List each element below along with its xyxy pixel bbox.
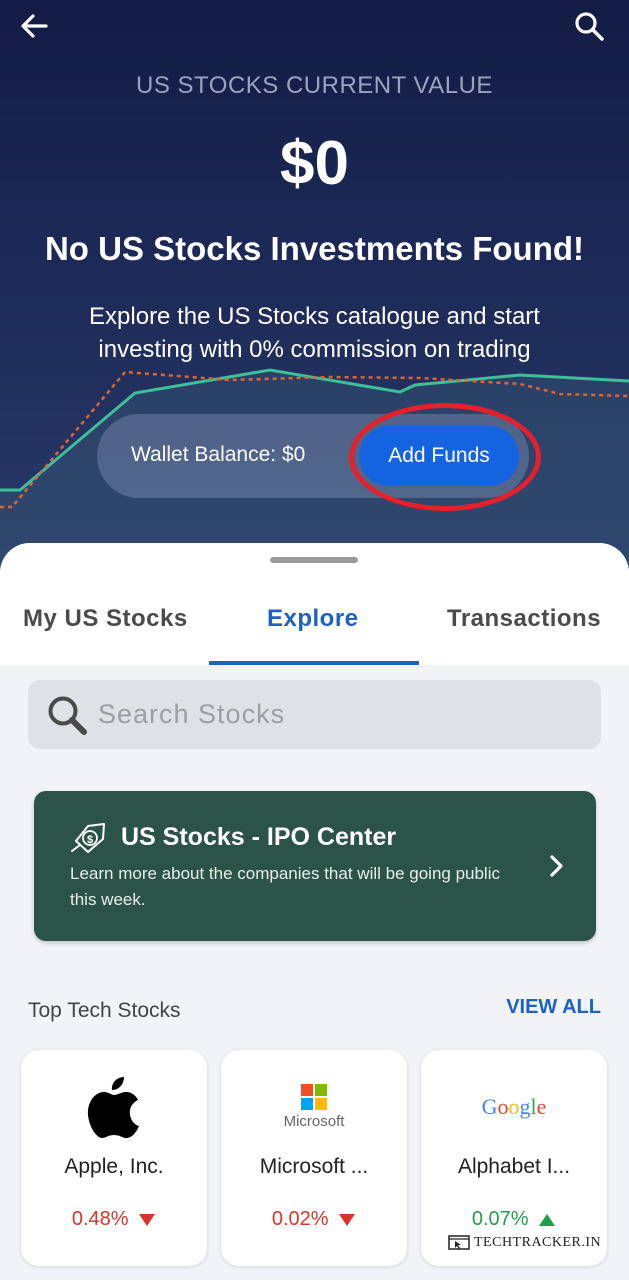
stock-change: 0.07% [421,1208,607,1231]
browser-cursor-icon [448,1235,470,1250]
portfolio-header: US STOCKS CURRENT VALUE $0 No US Stocks … [0,0,629,600]
stock-name: Apple, Inc. [64,1155,164,1178]
tab-transactions[interactable]: Transactions [447,605,601,633]
view-all-link[interactable]: VIEW ALL [506,996,601,1019]
stock-card-microsoft[interactable]: Microsoft Microsoft ... 0.02% [221,1050,407,1266]
drag-handle[interactable] [270,557,358,563]
back-arrow-icon[interactable] [16,8,52,44]
wallet-balance-label: Wallet Balance: $0 [131,443,306,466]
watermark: TECHTRACKER.IN [448,1235,601,1251]
triangle-down-icon [139,1213,156,1226]
google-wordmark: Google [482,1094,547,1119]
active-tab-indicator [209,661,419,665]
tab-bar: My US Stocks Explore Transactions [0,543,629,665]
dollar-tag-icon: $ [71,823,105,853]
current-value-label: US STOCKS CURRENT VALUE [136,72,493,99]
ipo-center-title: US Stocks - IPO Center [121,823,397,851]
triangle-up-icon [539,1213,556,1226]
stock-change: 0.48% [21,1208,207,1231]
tab-explore[interactable]: Explore [267,605,359,633]
stock-card-apple[interactable]: Apple, Inc. 0.48% [21,1050,207,1266]
explore-description: Explore the US Stocks catalogue and star… [89,303,540,363]
tab-my-us-stocks[interactable]: My US Stocks [23,605,188,633]
stock-change: 0.02% [221,1208,407,1231]
chevron-right-icon [550,855,563,877]
stock-name: Alphabet I... [457,1155,571,1178]
microsoft-wordmark: Microsoft [283,1113,345,1130]
ipo-center-description: Learn more about the companies that will… [70,864,500,909]
no-investments-heading: No US Stocks Investments Found! [44,230,585,267]
stock-name: Microsoft ... [259,1155,369,1178]
triangle-down-icon [339,1213,356,1226]
svg-text:$: $ [87,834,93,846]
current-value: $0 [280,129,349,198]
section-title-top-tech: Top Tech Stocks [28,999,181,1022]
ipo-center-card[interactable]: $ US Stocks - IPO Center Learn more abou… [34,791,596,941]
search-icon[interactable] [571,8,607,44]
stock-card-alphabet[interactable]: Google Alphabet I... 0.07% [421,1050,607,1266]
apple-logo-icon [21,1072,207,1142]
search-bar[interactable] [28,680,601,749]
search-icon [48,696,87,735]
watermark-text: TECHTRACKER.IN [474,1235,602,1250]
google-logo-icon: Google [421,1072,607,1142]
highlight-circle [349,403,541,511]
explore-sheet: My US Stocks Explore Transactions $ US S… [0,543,629,1280]
microsoft-logo-icon: Microsoft [221,1072,407,1142]
search-input[interactable] [96,694,576,734]
